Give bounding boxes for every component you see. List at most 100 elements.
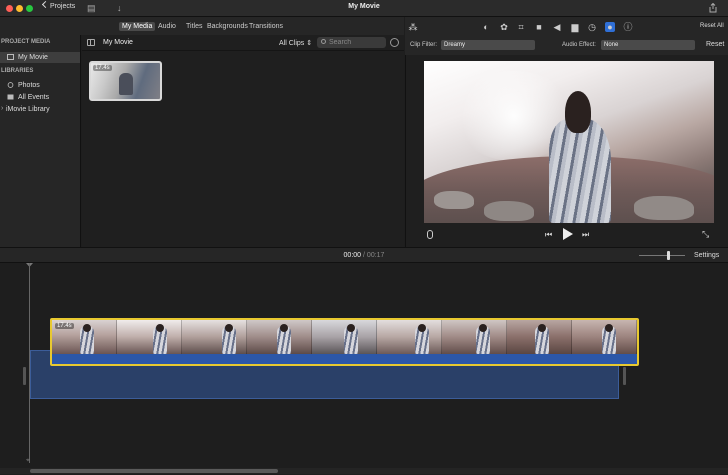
search-input[interactable] xyxy=(329,38,383,47)
hair xyxy=(565,91,591,133)
poncho xyxy=(549,119,611,223)
browser-header: My Movie All Clips ⇕ xyxy=(82,35,404,51)
frame-figure-head xyxy=(347,324,355,332)
audio-effect-select[interactable]: None xyxy=(601,40,695,50)
current-time: 00:00 xyxy=(343,252,362,259)
title-bar: Projects ▤ ↓ My Movie xyxy=(0,0,728,17)
zoom-window-button[interactable] xyxy=(26,5,33,12)
clip-thumbnail-image xyxy=(119,73,133,95)
woman-in-poncho xyxy=(549,91,614,223)
total-time: 00:17 xyxy=(366,252,385,259)
timeline-settings-button[interactable]: Settings xyxy=(694,252,719,259)
play-button[interactable] xyxy=(563,228,573,240)
audio-effect-label: Audio Effect: xyxy=(562,42,596,48)
speed-icon[interactable]: ◷ xyxy=(587,22,597,32)
playhead-marker-icon: ⌖ xyxy=(26,457,30,464)
crop-icon[interactable]: ⌗ xyxy=(516,22,526,32)
filmstrip-frame xyxy=(507,320,572,354)
stabilization-icon[interactable]: ■ xyxy=(534,22,544,32)
frame-figure-head xyxy=(83,324,91,332)
filter-controls: Clip Filter: Dreamy Audio Effect: None R… xyxy=(405,37,728,55)
photos-icon xyxy=(7,82,14,88)
frame-figure-head xyxy=(538,324,546,332)
filmstrip-frame xyxy=(312,320,377,354)
browser-title: My Movie xyxy=(103,39,133,46)
film-icon xyxy=(7,54,14,60)
libraries-heading: LIBRARIES xyxy=(1,68,34,74)
fullscreen-icon[interactable]: ⤡ xyxy=(702,229,709,240)
color-balance-icon[interactable]: ◐ xyxy=(481,22,491,32)
tab-my-media[interactable]: My Media xyxy=(119,22,156,31)
tab-transitions[interactable]: Transitions xyxy=(246,22,286,31)
color-correction-icon[interactable]: ✿ xyxy=(499,22,509,32)
time-separator: / xyxy=(363,252,365,259)
sidebar-item-photos[interactable]: Photos xyxy=(0,80,80,91)
skip-forward-icon[interactable]: ⏭ xyxy=(582,230,589,240)
timeline-scrollbar[interactable] xyxy=(30,469,278,473)
layout-icon[interactable]: ▤ xyxy=(87,3,96,14)
clip-audio-waveform xyxy=(52,354,637,364)
libraries-header xyxy=(0,17,82,35)
clip-duration-badge: 17.4s xyxy=(93,65,112,71)
frame-figure-head xyxy=(280,324,288,332)
timeline[interactable]: 17.4s ⌖ xyxy=(0,263,728,475)
disclosure-triangle-icon[interactable]: › xyxy=(1,105,3,112)
trim-handle-right[interactable] xyxy=(623,367,626,385)
sidebar-item-all-events[interactable]: All Events xyxy=(0,92,80,103)
clip-filter-icon[interactable]: ● xyxy=(605,22,615,32)
search-field[interactable] xyxy=(317,37,386,48)
frame-figure-head xyxy=(605,324,613,332)
clips-filter-value: All Clips xyxy=(279,40,305,47)
chevron-left-icon xyxy=(41,0,50,9)
noise-reduction-icon[interactable]: ▆ xyxy=(570,22,580,32)
filmstrip-frame xyxy=(572,320,637,354)
video-preview[interactable] xyxy=(424,61,714,223)
tab-backgrounds[interactable]: Backgrounds xyxy=(204,22,251,31)
clip-filter-select[interactable]: Dreamy xyxy=(441,40,535,50)
timecode: 00:00 / 00:17 xyxy=(0,252,728,259)
projects-label: Projects xyxy=(50,3,76,10)
tab-audio[interactable]: Audio xyxy=(155,22,179,31)
tab-titles[interactable]: Titles xyxy=(183,22,205,31)
timeline-zoom-slider[interactable] xyxy=(639,251,685,260)
zoom-slider-knob[interactable] xyxy=(667,251,670,260)
events-icon xyxy=(7,94,14,100)
sidebar-item-label: All Events xyxy=(18,94,50,101)
media-clip-thumbnail[interactable]: 17.4s xyxy=(89,61,162,101)
filmstrip-frame xyxy=(117,320,182,354)
sidebar-item-imovie-library[interactable]: › iMovie Library xyxy=(0,104,80,115)
adjustments-toolbar: ⁂ ◐ ✿ ⌗ ■ ◀ ▆ ◷ ● ⓘ Reset All xyxy=(405,17,728,37)
magic-wand-icon[interactable]: ⁂ xyxy=(408,22,418,32)
import-icon[interactable]: ↓ xyxy=(117,3,122,13)
libraries-sidebar: PROJECT MEDIA My Movie LIBRARIES Photos … xyxy=(0,35,81,247)
volume-icon[interactable]: ◀ xyxy=(552,22,562,32)
browser-settings-icon[interactable] xyxy=(390,38,399,47)
clips-filter-select[interactable]: All Clips ⇕ xyxy=(279,39,312,47)
timeline-video-clip[interactable]: 17.4s xyxy=(50,318,639,366)
filmstrip-frame xyxy=(377,320,442,354)
frame-figure-head xyxy=(418,324,426,332)
info-icon[interactable]: ⓘ xyxy=(623,22,633,32)
frame-figure-head xyxy=(225,324,233,332)
microphone-icon[interactable] xyxy=(427,230,433,239)
timeline-header: 00:00 / 00:17 Settings xyxy=(0,247,728,263)
filmstrip-frame xyxy=(182,320,247,354)
minimize-window-button[interactable] xyxy=(16,5,23,12)
rock xyxy=(634,196,694,220)
reset-button[interactable]: Reset xyxy=(706,41,724,48)
share-icon[interactable] xyxy=(708,3,718,13)
frame-figure-head xyxy=(156,324,164,332)
frame-figure-head xyxy=(479,324,487,332)
sidebar-toggle-icon[interactable] xyxy=(87,39,95,46)
sidebar-item-label: My Movie xyxy=(18,54,48,61)
trim-handle-left[interactable] xyxy=(23,367,26,385)
sidebar-item-my-movie[interactable]: My Movie xyxy=(0,52,80,63)
projects-button[interactable]: Projects xyxy=(41,0,76,10)
skip-back-icon[interactable]: ⏮ xyxy=(545,230,552,240)
project-media-heading: PROJECT MEDIA xyxy=(1,39,51,45)
close-window-button[interactable] xyxy=(6,5,13,12)
reset-all-button[interactable]: Reset All xyxy=(700,23,724,29)
rock xyxy=(434,191,474,209)
sidebar-item-label: iMovie Library xyxy=(6,106,50,113)
video-viewer: ⏮ ⏭ ⤡ xyxy=(405,55,728,247)
